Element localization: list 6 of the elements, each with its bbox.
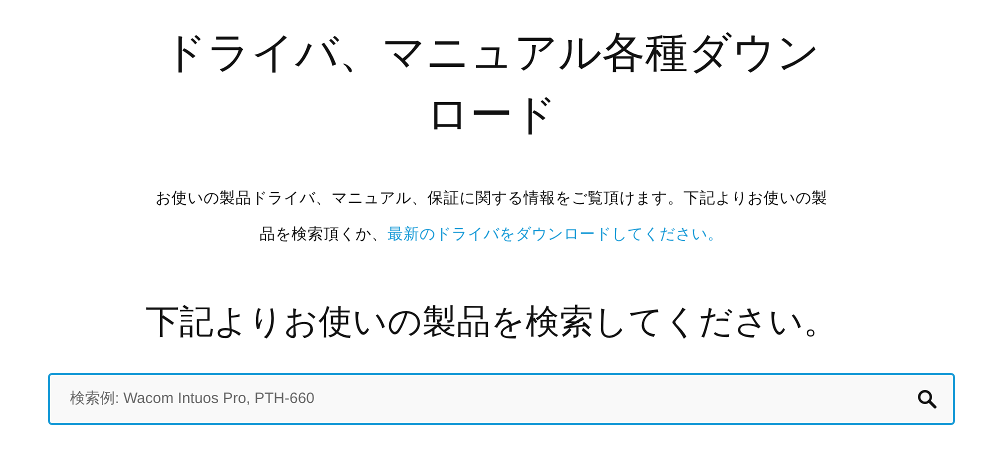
page-title: ドライバ、マニュアル各種ダウンロード [162,27,821,142]
download-link[interactable]: 最新のドライバをダウンロードしてください。 [388,225,724,243]
search-icon[interactable] [917,388,937,409]
search-heading: 下記よりお使いの製品を検索してください。 [144,302,838,343]
search-field[interactable]: 検索例: Wacom Intuos Pro, PTH-660 [48,372,955,425]
intro-text: お使いの製品ドライバ、マニュアル、保証に関する情報をご覧頂けます。下記よりお使いの製品を検索頂くか、最新のドライバをダウンロードしてください。 [154,188,828,245]
